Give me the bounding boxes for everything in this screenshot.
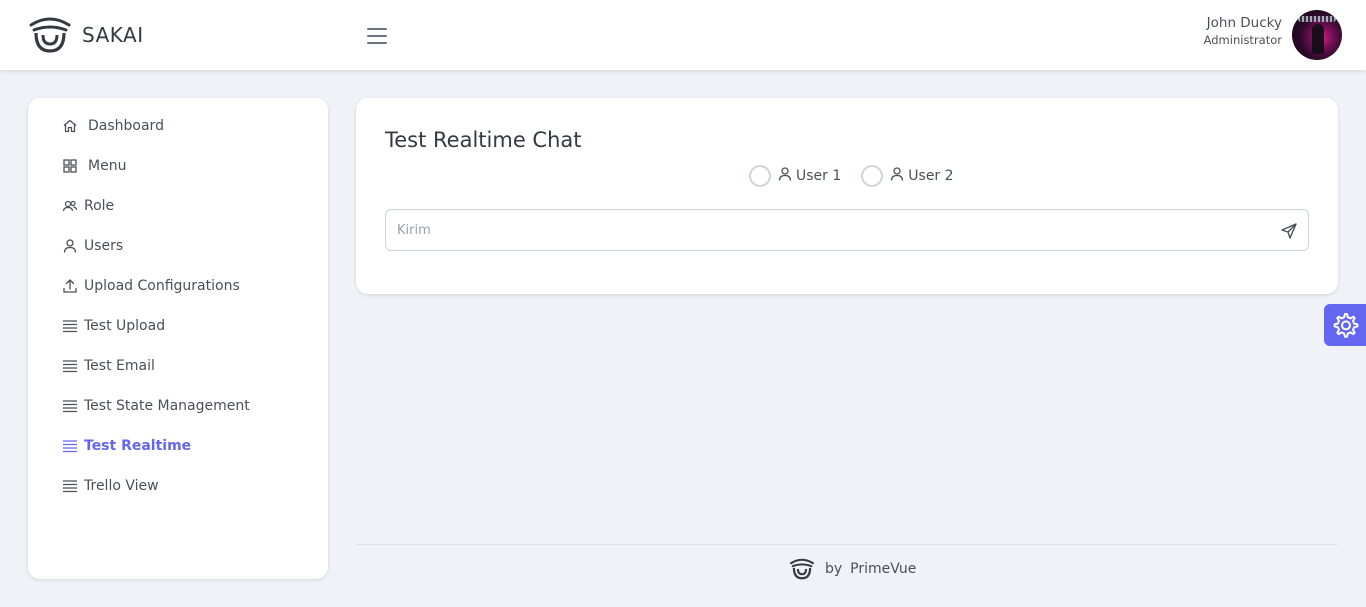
sidebar-item-users[interactable]: Users	[62, 234, 123, 258]
sidebar-item-label: Role	[84, 198, 115, 214]
user-name: John Ducky	[1206, 15, 1282, 31]
radio-button[interactable]	[749, 165, 771, 187]
menu-toggle-button[interactable]	[363, 22, 391, 50]
user-icon	[777, 166, 793, 186]
sidebar-item-label: Menu	[88, 158, 127, 174]
user-radio-group: User 1 User 2	[749, 165, 974, 187]
radio-label: User 2	[908, 168, 954, 184]
app-logo[interactable]: SAKAI	[28, 16, 144, 54]
list-icon	[62, 478, 78, 494]
sidebar-item-label: Trello View	[84, 478, 159, 494]
chat-card: Test Realtime Chat User 1 User 2	[356, 98, 1338, 294]
users-icon	[62, 198, 78, 214]
sidebar-item-label: Test Email	[84, 358, 155, 374]
message-input-wrapper	[385, 209, 1309, 251]
sidebar-item-test-upload[interactable]: Test Upload	[62, 314, 165, 338]
footer: by PrimeVue	[789, 558, 916, 580]
sidebar-item-label: Users	[84, 238, 124, 254]
logo-icon	[789, 558, 815, 580]
sidebar-item-role[interactable]: Role	[62, 194, 114, 218]
sidebar-item-dashboard[interactable]: Dashboard	[62, 114, 164, 138]
sidebar-item-test-realtime[interactable]: Test Realtime	[62, 434, 191, 458]
radio-user-2[interactable]: User 2	[861, 165, 954, 187]
logo-icon	[29, 17, 71, 53]
page-title: Test Realtime Chat	[385, 128, 582, 152]
list-icon	[62, 358, 78, 374]
sidebar-item-label: Test State Management	[84, 398, 250, 414]
user-icon	[62, 238, 78, 254]
user-info[interactable]: John Ducky Administrator	[1204, 15, 1282, 49]
sidebar: Dashboard Menu Role Users Upload Configu…	[28, 98, 328, 579]
sidebar-item-trello-view[interactable]: Trello View	[62, 474, 159, 498]
list-icon	[62, 438, 78, 454]
upload-icon	[62, 278, 78, 294]
app-name: SAKAI	[82, 23, 144, 47]
user-icon	[889, 166, 905, 186]
sidebar-item-label: Test Realtime	[84, 438, 192, 454]
avatar[interactable]	[1292, 10, 1342, 60]
home-icon	[62, 118, 78, 134]
send-icon[interactable]	[1280, 222, 1298, 240]
footer-brand: PrimeVue	[850, 561, 917, 577]
list-icon	[62, 398, 78, 414]
user-role: Administrator	[1203, 33, 1282, 47]
sidebar-item-label: Upload Configurations	[84, 278, 240, 294]
sidebar-item-menu[interactable]: Menu	[62, 154, 126, 178]
radio-user-1[interactable]: User 1	[749, 165, 841, 187]
th-large-icon	[62, 158, 78, 174]
radio-label: User 1	[796, 168, 842, 184]
sidebar-item-test-email[interactable]: Test Email	[62, 354, 155, 378]
list-icon	[62, 318, 78, 334]
config-button[interactable]	[1324, 304, 1366, 346]
sidebar-item-label: Dashboard	[88, 118, 164, 134]
footer-divider	[356, 544, 1338, 545]
radio-button[interactable]	[861, 165, 884, 187]
sidebar-item-upload-configurations[interactable]: Upload Configurations	[62, 274, 240, 298]
hamburger-icon	[367, 28, 387, 30]
sidebar-item-label: Test Upload	[84, 318, 166, 334]
footer-by-text: by	[825, 561, 843, 577]
sidebar-item-test-state-management[interactable]: Test State Management	[62, 394, 250, 418]
message-input[interactable]	[386, 210, 1266, 250]
gear-icon	[1333, 313, 1359, 338]
topbar: SAKAI John Ducky Administrator	[0, 0, 1366, 70]
